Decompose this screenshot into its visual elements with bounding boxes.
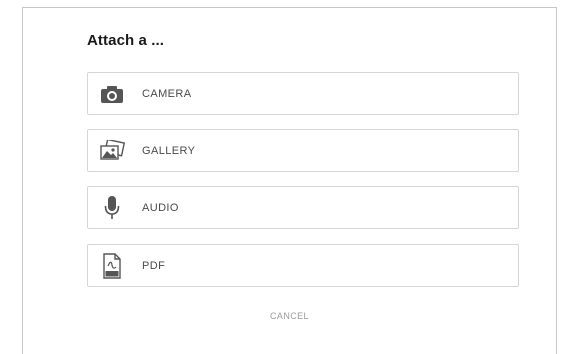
- attach-dialog: Attach a ... CAMERA GALLERY AUDIO PDF CA…: [22, 7, 557, 354]
- pdf-option[interactable]: PDF: [87, 244, 519, 287]
- gallery-option[interactable]: GALLERY: [87, 129, 519, 172]
- pdf-file-icon: [99, 252, 125, 279]
- gallery-icon: [99, 138, 125, 164]
- camera-icon: [99, 81, 125, 107]
- microphone-icon: [99, 195, 125, 221]
- audio-option[interactable]: AUDIO: [87, 186, 519, 229]
- camera-option-label: CAMERA: [142, 87, 192, 100]
- cancel-button[interactable]: CANCEL: [23, 311, 556, 321]
- pdf-option-label: PDF: [142, 259, 166, 272]
- audio-option-label: AUDIO: [142, 201, 179, 214]
- dialog-title: Attach a ...: [87, 32, 165, 49]
- gallery-option-label: GALLERY: [142, 144, 196, 157]
- camera-option[interactable]: CAMERA: [87, 72, 519, 115]
